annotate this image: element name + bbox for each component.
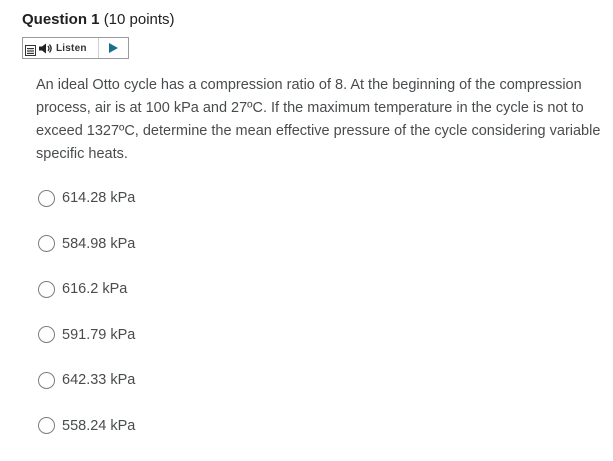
answer-option[interactable]: 584.98 kPa — [38, 233, 135, 255]
speaker-icon — [39, 43, 52, 53]
answer-label: 558.24 kPa — [62, 417, 136, 434]
play-button[interactable] — [99, 38, 128, 58]
radio-button[interactable] — [38, 371, 55, 389]
question-title: Question 1 — [22, 11, 100, 28]
radio-button[interactable] — [38, 235, 55, 253]
answer-label: 616.2 kPa — [62, 281, 128, 298]
answer-label: 614.28 kPa — [62, 190, 136, 206]
listen-label: Listen — [56, 42, 87, 54]
listen-button[interactable]: Listen — [23, 38, 99, 58]
radio-button[interactable] — [38, 417, 55, 435]
question-text: An ideal Otto cycle has a compression ra… — [36, 77, 601, 162]
answer-option[interactable]: 616.2 kPa — [38, 278, 135, 300]
question-header: Question 1 (10 points) — [22, 10, 175, 30]
answer-option[interactable]: 591.79 kPa — [38, 324, 135, 346]
answer-label: 591.79 kPa — [62, 326, 136, 343]
radio-button[interactable] — [38, 280, 55, 298]
question-points: (10 points) — [103, 11, 175, 28]
answer-label: 584.98 kPa — [62, 235, 136, 252]
radio-button[interactable] — [38, 326, 55, 344]
listen-toolbar: Listen — [22, 37, 129, 59]
answer-option[interactable]: 558.24 kPa — [38, 415, 135, 437]
radio-button[interactable] — [38, 189, 55, 207]
play-icon — [109, 43, 118, 53]
menu-icon[interactable] — [25, 45, 36, 56]
answer-option[interactable]: 614.28 kPa — [38, 187, 135, 209]
answer-option[interactable]: 642.33 kPa — [38, 369, 135, 391]
answer-label: 642.33 kPa — [62, 372, 136, 389]
answer-options: 614.28 kPa 584.98 kPa 616.2 kPa 591.79 k… — [38, 187, 135, 461]
